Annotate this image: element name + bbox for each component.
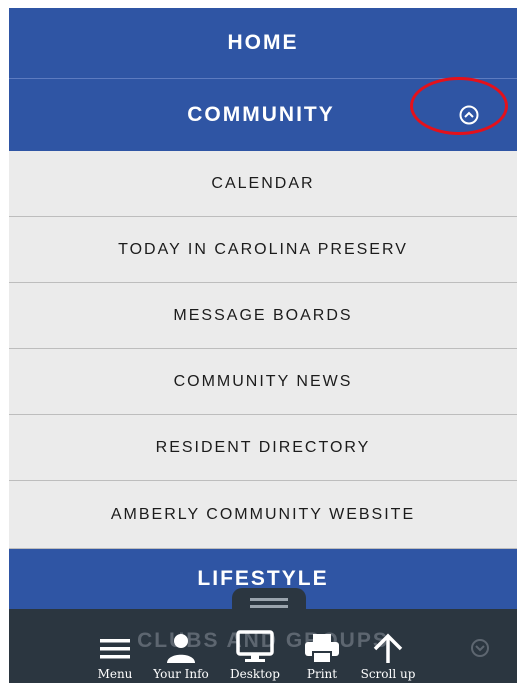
submenu-item-label: COMMUNITY NEWS [173,372,353,390]
desktop-button-label: Desktop [230,667,280,681]
expand-chevron-down-icon [469,637,491,664]
submenu-item-resident-directory[interactable]: RESIDENT DIRECTORY [9,415,517,481]
menu-button[interactable]: Menu [87,625,143,681]
your-info-button-label: Your Info [153,667,209,681]
submenu-item-label: AMBERLY COMMUNITY WEBSITE [110,505,416,523]
toolbar-buttons: Menu Your Info Desktop Print Scroll up [87,625,423,681]
print-button-label: Print [306,667,338,681]
hamburger-icon [100,639,130,659]
nav-item-home-label: HOME [227,31,299,54]
person-icon [167,634,195,663]
scroll-up-button[interactable]: Scroll up [353,625,423,681]
arrow-up-icon [373,633,403,663]
scroll-up-button-label: Scroll up [360,667,416,681]
monitor-icon [236,630,274,662]
desktop-button[interactable]: Desktop [219,625,291,681]
submenu-item-calendar[interactable]: CALENDAR [9,151,517,217]
submenu-item-today[interactable]: TODAY IN CAROLINA PRESERV [9,217,517,283]
submenu-item-label: RESIDENT DIRECTORY [155,438,371,456]
submenu-item-label: MESSAGE BOARDS [173,306,353,324]
handle-line [250,605,288,608]
submenu-item-community-news[interactable]: COMMUNITY NEWS [9,349,517,415]
nav-item-community[interactable]: COMMUNITY [9,79,517,151]
submenu-item-label: TODAY IN CAROLINA PRESERV [118,240,408,258]
bottom-toolbar: CLUBS AND GROUPS Menu Your Info Desktop … [9,609,517,683]
submenu-item-label: CALENDAR [211,174,315,192]
print-button[interactable]: Print [291,625,353,681]
submenu-item-amberly-website[interactable]: AMBERLY COMMUNITY WEBSITE [9,481,517,549]
collapse-chevron-up-icon[interactable] [457,103,481,127]
printer-icon [305,634,339,664]
side-menu: HOME COMMUNITY CALENDAR TODAY IN CAROLIN… [9,8,517,683]
handle-line [250,598,288,601]
drag-handle[interactable] [232,588,306,618]
your-info-button[interactable]: Your Info [143,625,219,681]
menu-button-label: Menu [97,667,133,681]
submenu-item-message-boards[interactable]: MESSAGE BOARDS [9,283,517,349]
nav-item-home[interactable]: HOME [9,8,517,79]
nav-item-community-label: COMMUNITY [187,103,335,126]
